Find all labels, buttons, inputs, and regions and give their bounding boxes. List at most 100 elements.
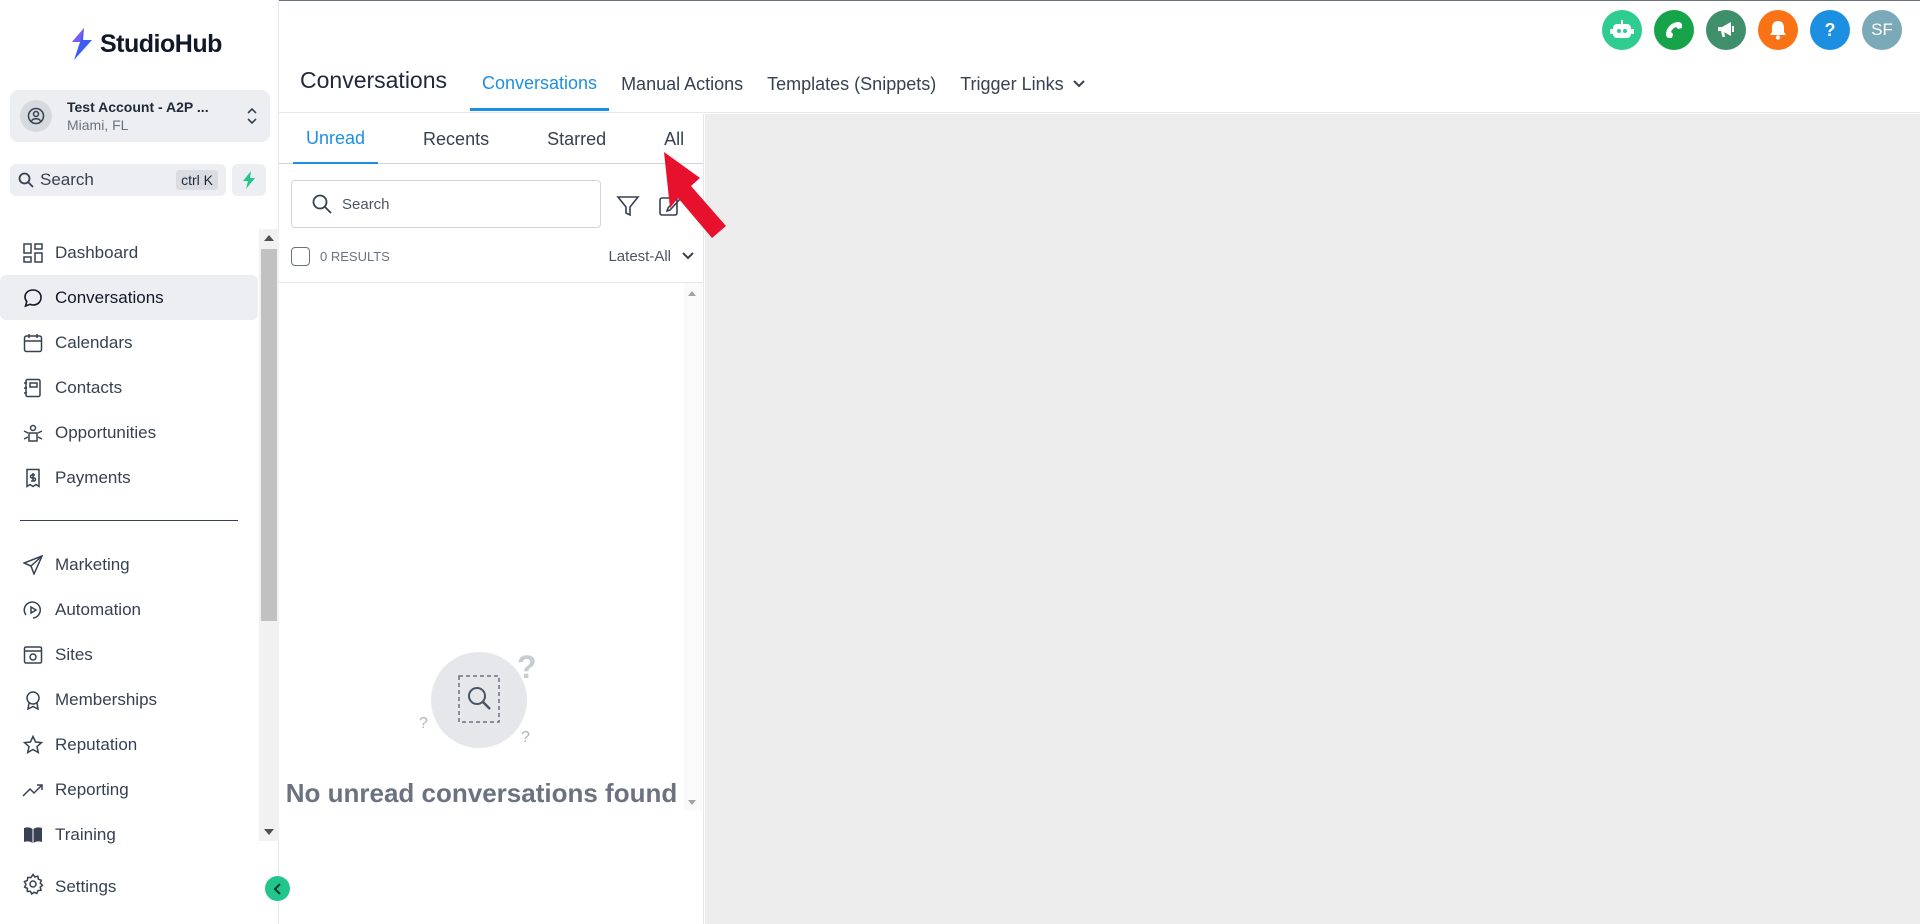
chevron-down-icon	[1072, 80, 1085, 88]
svg-text:?: ?	[521, 729, 530, 746]
sidebar-item-marketing[interactable]: Marketing	[0, 542, 258, 587]
sidebar-scrollbar[interactable]	[259, 229, 279, 841]
scroll-up-arrow[interactable]	[688, 291, 696, 296]
tab-trigger-links[interactable]: Trigger Links	[948, 59, 1097, 109]
dashboard-icon	[22, 242, 44, 264]
sidebar-item-sites[interactable]: Sites	[0, 632, 258, 677]
megaphone-icon[interactable]	[1706, 10, 1746, 50]
svg-text:?: ?	[517, 649, 537, 685]
location-user-icon	[27, 107, 45, 125]
nav-divider	[20, 520, 238, 521]
sidebar-item-memberships[interactable]: Memberships	[0, 677, 258, 722]
annotation-arrow-icon	[664, 152, 726, 238]
conversation-detail-area	[705, 114, 1920, 924]
tab-starred[interactable]: Starred	[534, 114, 619, 164]
chevron-left-icon	[273, 882, 281, 895]
tab-manual-actions[interactable]: Manual Actions	[609, 59, 755, 109]
star-icon	[22, 734, 44, 756]
sidebar-item-reporting[interactable]: Reporting	[0, 767, 258, 812]
sidebar-item-label: Opportunities	[55, 422, 157, 442]
conversation-search[interactable]	[291, 180, 601, 228]
bot-icon[interactable]	[1602, 10, 1642, 50]
keyboard-shortcut: ctrl K	[176, 170, 218, 190]
sidebar-item-label: Sites	[55, 644, 93, 664]
scroll-up-arrow[interactable]	[264, 235, 274, 241]
sidebar-item-label: Calendars	[55, 332, 133, 352]
tab-recents[interactable]: Recents	[410, 114, 502, 164]
automation-icon	[22, 599, 44, 621]
empty-state-message: No unread conversations found	[285, 778, 678, 808]
phone-icon[interactable]	[1654, 10, 1694, 50]
page-title: Conversations	[300, 67, 448, 93]
user-avatar[interactable]: SF	[1862, 10, 1902, 50]
header-actions: ? SF	[1602, 10, 1902, 50]
calendar-icon	[22, 332, 44, 354]
payments-icon	[22, 467, 44, 489]
sort-dropdown[interactable]: Latest-All	[608, 248, 671, 265]
sidebar-item-label: Contacts	[55, 377, 123, 397]
trend-icon	[22, 779, 44, 801]
sidebar-item-contacts[interactable]: Contacts	[0, 365, 258, 410]
sidebar: StudioHub Test Account - A2P ... Miami, …	[0, 0, 279, 924]
sidebar-item-opportunities[interactable]: Opportunities	[0, 410, 258, 455]
conversation-search-input[interactable]	[342, 195, 582, 213]
chevron-up-down-icon	[244, 105, 260, 127]
quick-actions-button[interactable]	[232, 164, 266, 196]
conversation-filter-tabs: Unread Recents Starred All	[279, 114, 703, 164]
scroll-down-arrow[interactable]	[264, 829, 274, 835]
select-all-checkbox[interactable]	[291, 246, 310, 266]
sidebar-item-label: Reputation	[55, 734, 138, 754]
tab-conversations[interactable]: Conversations	[470, 59, 610, 111]
list-divider	[279, 282, 703, 283]
app-name: StudioHub	[100, 29, 222, 58]
tab-unread[interactable]: Unread	[293, 114, 379, 164]
sidebar-item-calendars[interactable]: Calendars	[0, 320, 258, 365]
lightning-icon	[243, 171, 255, 189]
empty-search-illustration: ? ? ?	[419, 649, 537, 748]
sidebar-item-reputation[interactable]: Reputation	[0, 722, 258, 767]
results-bar: 0 RESULTS Latest-All	[291, 244, 695, 268]
settings-label: Settings	[55, 876, 117, 896]
tab-templates-snippets[interactable]: Templates (Snippets)	[755, 59, 948, 109]
send-icon	[22, 554, 44, 576]
filter-icon[interactable]	[616, 194, 640, 218]
scrollbar-thumb[interactable]	[261, 249, 277, 621]
main-nav: Dashboard Conversations Calendars Contac…	[0, 230, 258, 857]
scroll-down-arrow[interactable]	[688, 800, 696, 805]
sidebar-item-payments[interactable]: Payments	[0, 455, 258, 500]
svg-text:?: ?	[419, 715, 428, 732]
account-name: Test Account - A2P ...	[67, 99, 209, 115]
account-avatar	[20, 100, 52, 132]
sidebar-item-training[interactable]: Training	[0, 812, 258, 857]
gear-icon	[22, 873, 44, 900]
sidebar-item-label: Automation	[55, 599, 141, 619]
sites-icon	[22, 644, 44, 666]
sidebar-item-dashboard[interactable]: Dashboard	[0, 230, 258, 275]
contacts-icon	[22, 377, 44, 399]
account-switcher[interactable]: Test Account - A2P ... Miami, FL	[10, 90, 270, 142]
header-tabs: Conversations Manual Actions Templates (…	[470, 59, 1098, 111]
sidebar-search-label: Search	[40, 170, 94, 189]
bell-icon[interactable]	[1758, 10, 1798, 50]
results-count: 0 RESULTS	[320, 248, 390, 264]
conversation-list-scrollbar[interactable]	[684, 283, 702, 811]
sidebar-item-label: Payments	[55, 467, 131, 487]
help-icon[interactable]: ?	[1810, 10, 1850, 50]
sidebar-item-conversations[interactable]: Conversations	[0, 275, 258, 320]
chat-bubble-icon	[22, 287, 44, 309]
sidebar-item-label: Reporting	[55, 779, 129, 799]
sidebar-item-label: Memberships	[55, 689, 158, 709]
search-icon	[312, 194, 332, 214]
collapse-sidebar-button[interactable]	[265, 876, 290, 901]
sidebar-search[interactable]: Search ctrl K	[10, 164, 226, 196]
search-icon	[18, 172, 34, 188]
sidebar-item-settings[interactable]: Settings	[0, 864, 258, 909]
studiohub-logo-icon	[72, 28, 92, 60]
sidebar-item-label: Conversations	[55, 287, 164, 307]
chevron-down-icon[interactable]	[681, 251, 695, 261]
opportunities-icon	[22, 422, 44, 444]
top-header: Conversations Conversations Manual Actio…	[279, 1, 1920, 113]
sidebar-item-label: Marketing	[55, 554, 130, 574]
sidebar-item-automation[interactable]: Automation	[0, 587, 258, 632]
app-logo[interactable]: StudioHub	[70, 28, 222, 60]
